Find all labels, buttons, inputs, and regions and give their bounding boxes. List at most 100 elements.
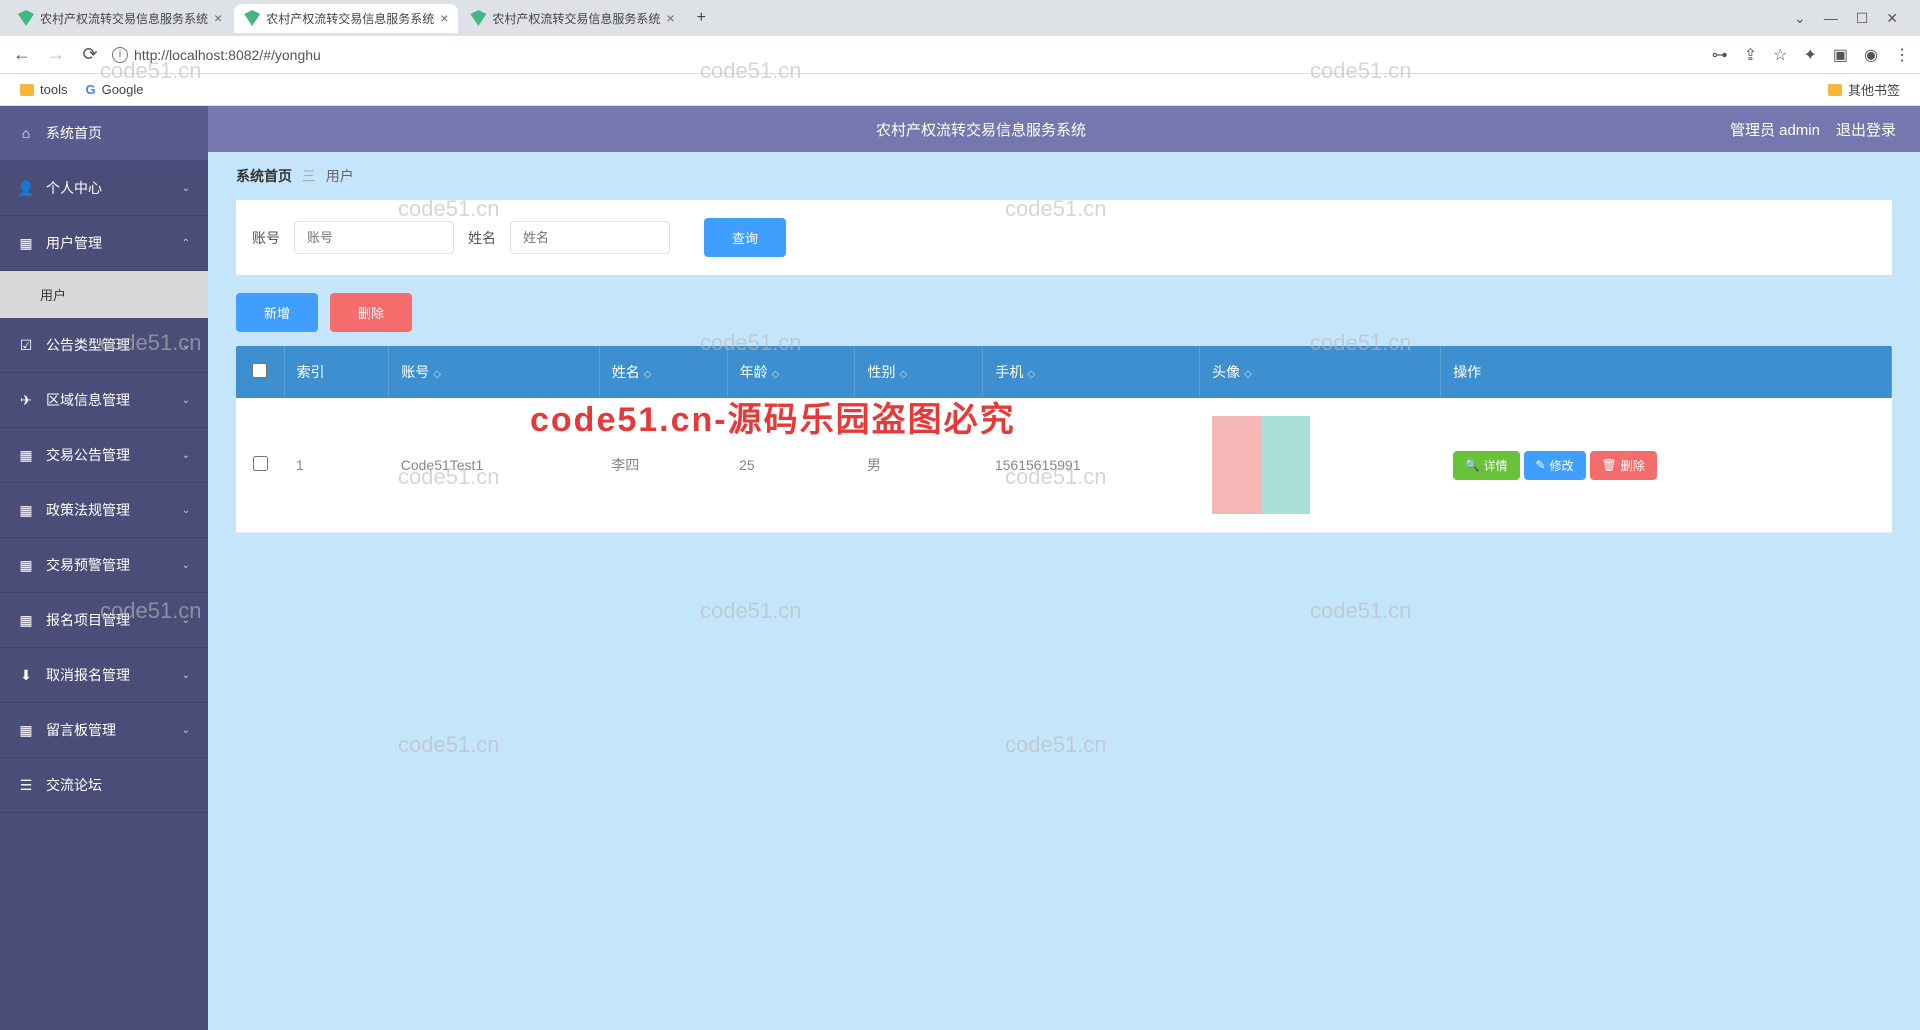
close-icon[interactable]: × [214,10,222,26]
chevron-down-icon: ⌄ [182,670,190,681]
query-button[interactable]: 查询 [704,218,786,257]
grid-icon: ▦ [18,557,34,573]
sidebar: ⌂ 系统首页 👤 个人中心 ⌄ ▦ 用户管理 ⌃ 用户 ☑ 公告类型管理 ⌄ ✈… [0,106,208,1030]
google-icon: G [85,82,95,97]
data-table: 索引 账号◇ 姓名◇ 年龄◇ 性别◇ 手机◇ 头像◇ 操作 1 Code51T [236,346,1892,533]
search-icon: 🔍 [1465,458,1480,472]
reload-icon[interactable]: ⟳ [78,44,102,65]
chevron-down-icon: ⌄ [182,725,190,736]
row-checkbox[interactable] [253,456,268,471]
menu-icon[interactable]: ⋮ [1894,45,1910,65]
breadcrumb-current: 用户 [326,168,354,184]
sidebar-item-noticetype[interactable]: ☑ 公告类型管理 ⌄ [0,318,208,373]
sidebar-item-region[interactable]: ✈ 区域信息管理 ⌄ [0,373,208,428]
sidebar-item-forum[interactable]: ☰ 交流论坛 [0,758,208,813]
maximize-icon[interactable]: ☐ [1856,10,1869,27]
browser-tab[interactable]: 农村产权流转交易信息服务系统 × [8,4,232,33]
col-phone[interactable]: 手机◇ [983,346,1200,398]
cell-name: 李四 [599,398,727,533]
extensions-icon[interactable]: ✦ [1804,45,1817,65]
col-avatar[interactable]: 头像◇ [1200,346,1441,398]
row-delete-button[interactable]: 🗑删除 [1590,451,1657,480]
col-index[interactable]: 索引 [284,346,389,398]
sort-icon: ◇ [1244,369,1252,380]
info-icon[interactable]: i [112,47,128,63]
col-name[interactable]: 姓名◇ [599,346,727,398]
share-icon[interactable]: ⇪ [1744,45,1757,65]
chevron-down-icon: ⌄ [182,615,190,626]
browser-tab-active[interactable]: 农村产权流转交易信息服务系统 × [234,4,458,33]
sidebar-item-signup[interactable]: ▦ 报名项目管理 ⌄ [0,593,208,648]
col-age[interactable]: 年龄◇ [727,346,855,398]
cell-age: 25 [727,398,855,533]
panel-icon[interactable]: ▣ [1833,45,1848,65]
name-input[interactable] [510,221,670,254]
edit-button[interactable]: ✎修改 [1524,451,1586,480]
sidebar-item-label: 交易预警管理 [46,555,130,575]
sidebar-item-users[interactable]: ▦ 用户管理 ⌃ [0,216,208,271]
back-icon[interactable]: ← [10,44,34,65]
bookmark-google[interactable]: G Google [85,82,143,97]
chevron-down-icon: ⌄ [182,183,190,194]
folder-icon [1828,84,1842,96]
avatar-image[interactable] [1212,416,1310,514]
bookmark-tools[interactable]: tools [20,82,67,97]
delete-button[interactable]: 删除 [330,293,412,332]
sidebar-subitem-user[interactable]: 用户 [0,271,208,318]
tab-bar: 农村产权流转交易信息服务系统 × 农村产权流转交易信息服务系统 × 农村产权流转… [0,0,1920,36]
add-button[interactable]: 新增 [236,293,318,332]
sidebar-item-label: 报名项目管理 [46,610,130,630]
sidebar-home[interactable]: ⌂ 系统首页 [0,106,208,161]
sort-icon: ◇ [644,369,652,380]
breadcrumb-home[interactable]: 系统首页 [236,168,292,184]
main-content: 农村产权流转交易信息服务系统 管理员 admin 退出登录 系统首页 三 用户 … [208,106,1920,1030]
minimize-icon[interactable]: — [1824,10,1838,27]
cell-gender: 男 [855,398,983,533]
browser-tab[interactable]: 农村产权流转交易信息服务系统 × [460,4,684,33]
logout-link[interactable]: 退出登录 [1836,119,1896,140]
account-input[interactable] [294,221,454,254]
breadcrumb: 系统首页 三 用户 [208,152,1920,200]
cell-avatar [1200,398,1441,533]
sidebar-item-policy[interactable]: ▦ 政策法规管理 ⌄ [0,483,208,538]
bookmark-other[interactable]: 其他书签 [1828,80,1900,99]
cell-index: 1 [284,398,389,533]
sidebar-item-message[interactable]: ▦ 留言板管理 ⌄ [0,703,208,758]
cell-ops: 🔍详情 ✎修改 🗑删除 [1441,398,1892,533]
star-icon[interactable]: ☆ [1773,45,1787,65]
chat-icon: ☰ [18,777,34,793]
grid-icon: ▦ [18,235,34,251]
col-gender[interactable]: 性别◇ [855,346,983,398]
chevron-down-icon: ⌄ [182,505,190,516]
url-input[interactable]: i http://localhost:8082/#/yonghu [112,47,1702,63]
sidebar-item-cancel[interactable]: ⬇ 取消报名管理 ⌄ [0,648,208,703]
select-all-checkbox[interactable] [252,363,267,378]
download-icon: ⬇ [18,667,34,683]
col-account[interactable]: 账号◇ [389,346,600,398]
tab-title: 农村产权流转交易信息服务系统 [266,10,434,27]
close-window-icon[interactable]: ✕ [1886,10,1898,27]
home-icon: ⌂ [18,125,34,141]
sidebar-item-trade[interactable]: ▦ 交易公告管理 ⌄ [0,428,208,483]
profile-icon[interactable]: ◉ [1864,45,1878,65]
sidebar-item-label: 政策法规管理 [46,500,130,520]
cell-account: Code51Test1 [389,398,600,533]
sidebar-item-label: 公告类型管理 [46,335,130,355]
sidebar-item-warning[interactable]: ▦ 交易预警管理 ⌄ [0,538,208,593]
bookmark-bar: tools G Google 其他书签 [0,74,1920,106]
forward-icon[interactable]: → [44,44,68,65]
close-icon[interactable]: × [666,10,674,26]
chevron-down-icon: ⌄ [182,450,190,461]
chevron-down-icon: ⌄ [182,395,190,406]
user-role[interactable]: 管理员 admin [1730,119,1820,140]
close-icon[interactable]: × [440,10,448,26]
window-dropdown-icon[interactable]: ⌄ [1794,10,1806,27]
sidebar-item-profile[interactable]: 👤 个人中心 ⌄ [0,161,208,216]
app-title: 农村产权流转交易信息服务系统 [232,119,1730,140]
new-tab-button[interactable]: + [687,5,716,31]
sort-icon: ◇ [899,369,907,380]
trash-icon: 🗑 [1602,458,1617,472]
key-icon[interactable]: ⊶ [1712,45,1728,65]
detail-button[interactable]: 🔍详情 [1453,451,1520,480]
sidebar-item-label: 系统首页 [46,123,102,143]
